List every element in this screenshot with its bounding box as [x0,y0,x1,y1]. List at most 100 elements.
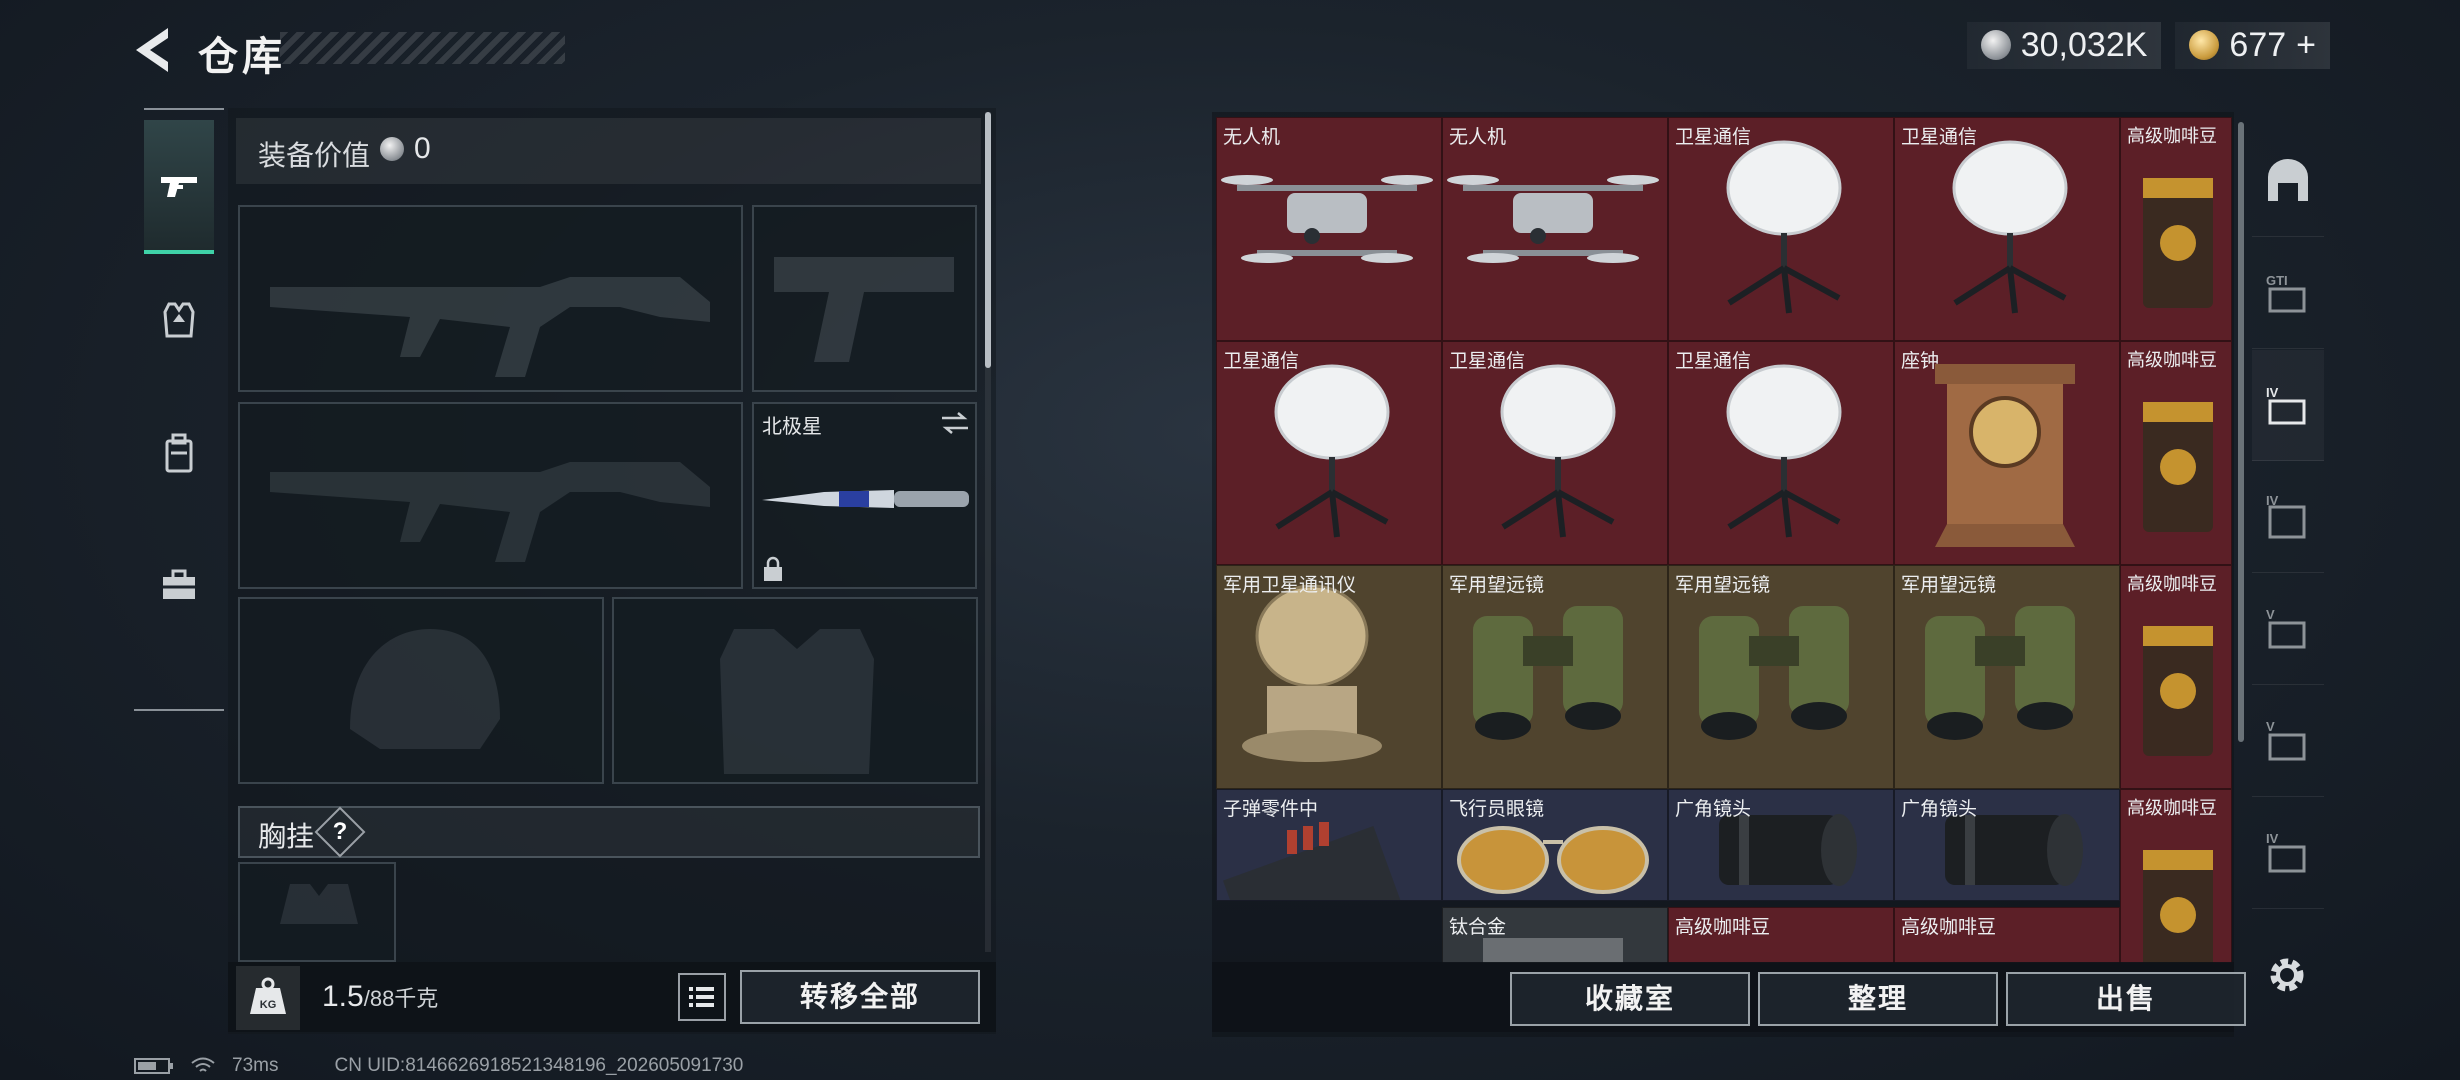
transfer-all-button[interactable]: 转移全部 [740,970,980,1024]
storage-item[interactable]: 广角镜头 [1894,789,2120,901]
weight-icon-box: KG [236,966,300,1030]
item-name: 卫星通信 [1675,351,1752,372]
storage-item[interactable]: 军用望远镜 [1442,565,1668,789]
silver-amount: 30,032K [2020,25,2148,64]
primary-weapon-slot[interactable] [238,205,743,392]
value-coin-icon [380,137,404,161]
storage-item[interactable]: 卫星通信 [1216,341,1442,565]
chest-help-button[interactable]: ? [322,814,358,850]
item-name: 军用卫星通讯仪 [1223,575,1357,596]
tab-storage-iv-3[interactable]: IV [2252,798,2324,909]
item-name: 卫星通信 [1901,127,1978,148]
add-gold-button[interactable]: + [2296,26,2316,65]
item-name: 高级咖啡豆 [2127,574,2217,594]
item-name: 广角镜头 [1675,799,1752,820]
equipment-scrollbar[interactable] [985,112,991,368]
item-name: 高级咖啡豆 [1901,917,1997,938]
tab-storage-iv-2[interactable]: IV [2252,462,2324,573]
storage-item[interactable]: 卫星通信 [1894,117,2120,341]
max-weight: /88千克 [363,986,439,1011]
svg-text:GTI: GTI [2266,273,2288,288]
back-arrow-icon [136,28,168,72]
current-weight: 1.5 [322,980,364,1013]
back-button[interactable] [128,22,178,78]
storage-item[interactable]: 高级咖啡豆 [2120,789,2232,963]
knife-icon [762,490,969,508]
tab-weapons[interactable] [144,120,214,254]
backpack-icon [165,433,193,473]
tab-storage-gti[interactable]: GTI [2252,238,2324,349]
coffee-bag-icon [2143,626,2213,756]
silver-currency[interactable]: 30,032K [1966,21,2162,69]
storage-item[interactable]: 无人机 [1216,117,1442,341]
gold-coin-icon [2189,30,2220,60]
collection-room-button[interactable]: 收藏室 [1510,972,1750,1026]
v-case-icon: V [2266,607,2306,649]
svg-text:KG: KG [260,999,277,1011]
storage-item[interactable]: 钛合金 [1442,907,1668,963]
pistol-icon [161,177,197,197]
item-name: 军用望远镜 [1675,575,1771,596]
storage-item[interactable]: 子弹零件中 [1216,789,1442,901]
pistol-slot[interactable] [752,205,977,392]
storage-item[interactable]: 军用望远镜 [1894,565,2120,789]
satellite-dish-icon [1952,140,2068,314]
sort-button[interactable]: 整理 [1758,972,1998,1026]
storage-item[interactable]: 卫星通信 [1442,341,1668,565]
gold-currency[interactable]: 677 + [2175,21,2330,69]
iv-folder-icon: IV [2266,831,2306,873]
sell-button[interactable]: 出售 [2006,972,2246,1026]
storage-item[interactable]: 军用望远镜 [1668,565,1894,789]
svg-text:IV: IV [2266,385,2279,400]
chest-rig-slot[interactable] [238,862,396,962]
storage-item[interactable]: 高级咖啡豆 [2120,117,2232,341]
list-icon [689,987,714,1007]
status-bar: 73ms CN UID:8146626918521348196_20260509… [134,1054,743,1078]
storage-scrollbar[interactable] [2238,122,2244,742]
item-name: 飞行员眼镜 [1449,799,1545,820]
toolbox-icon [163,569,195,599]
vest-icon [163,302,195,338]
clock-icon [1935,364,2075,547]
swap-icon[interactable] [940,410,970,436]
binoculars-icon [1473,606,1623,740]
tab-storage-all[interactable] [2252,126,2324,237]
title-decoration [280,32,565,64]
binoculars-icon [1699,606,1849,740]
lock-icon [764,556,782,581]
settings-button[interactable] [2262,950,2312,1000]
tab-case[interactable] [144,520,214,650]
item-name: 无人机 [1223,127,1281,148]
armor-slot[interactable] [612,597,978,784]
tab-armor[interactable] [144,255,214,385]
storage-item[interactable]: 广角镜头 [1668,789,1894,901]
svg-text:V: V [2266,607,2275,622]
storage-item[interactable]: 座钟 [1894,341,2120,565]
storage-item[interactable]: 无人机 [1442,117,1668,341]
tab-storage-iv-1[interactable]: IV [2252,350,2324,461]
storage-item[interactable]: 军用卫星通讯仪 [1216,565,1442,789]
battery-icon [134,1058,173,1074]
secondary-weapon-slot[interactable] [238,402,743,589]
storage-item[interactable]: 飞行员眼镜 [1442,789,1668,901]
chest-rig-silhouette-icon [280,884,358,924]
binoculars-icon [1925,606,2075,740]
storage-item[interactable]: 卫星通信 [1668,117,1894,341]
storage-item[interactable]: 高级咖啡豆 [2120,565,2232,789]
storage-item[interactable]: 高级咖啡豆 [1894,907,2120,963]
warehouse-icon [2268,159,2308,201]
armor-silhouette-icon [720,629,874,774]
equipment-value: 0 [414,132,431,165]
item-name: 军用望远镜 [1901,575,1997,596]
helmet-slot[interactable] [238,597,604,784]
melee-slot[interactable]: 北极星 [752,402,977,589]
storage-item[interactable]: 高级咖啡豆 [2120,341,2232,565]
tab-storage-v-1[interactable]: V [2252,574,2324,685]
tab-storage-v-2[interactable]: V [2252,686,2324,797]
chest-rig-label: 胸挂 [258,821,315,852]
coffee-bag-icon [2143,178,2213,308]
list-view-button[interactable] [678,973,726,1021]
storage-item[interactable]: 高级咖啡豆 [1668,907,1894,963]
tab-backpack[interactable] [144,388,214,518]
storage-item[interactable]: 卫星通信 [1668,341,1894,565]
